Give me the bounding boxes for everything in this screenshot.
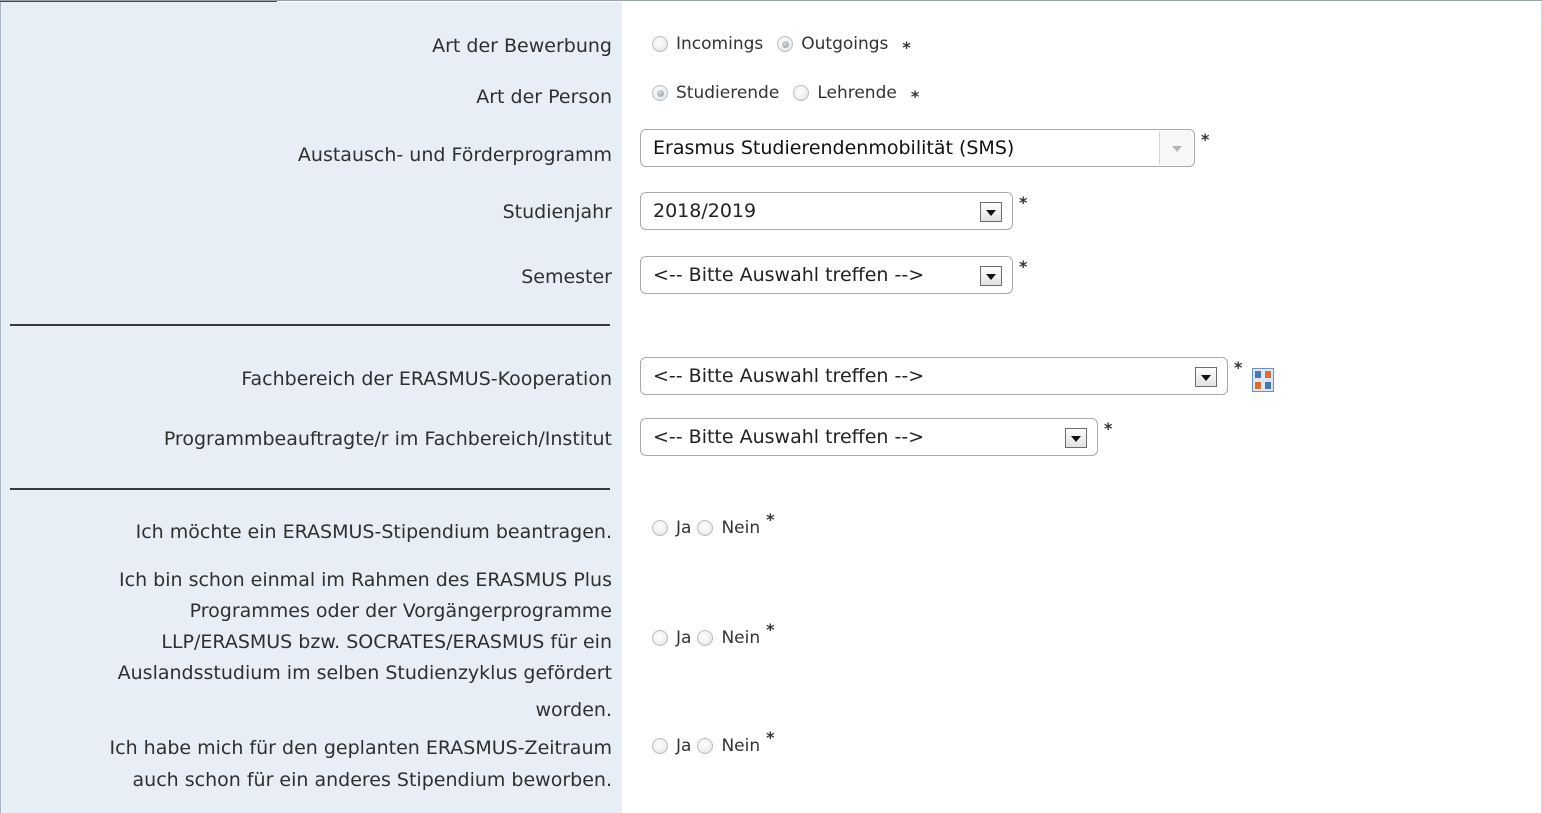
radio-label-ja[interactable]: Ja [676,518,691,538]
radio-label-nein[interactable]: Nein [721,518,760,538]
chevron-down-icon[interactable] [1195,367,1217,387]
programm-select-value: Erasmus Studierendenmobilität (SMS) [653,137,1015,159]
radio-group-gefoerdert: Ja Nein * [652,622,775,649]
required-marker: * [766,728,775,747]
radio-anderes-ja[interactable] [652,738,668,754]
label-semester: Semester [521,266,612,288]
radio-label-nein[interactable]: Nein [721,628,760,648]
chevron-down-icon[interactable] [1159,131,1193,165]
chevron-down-icon[interactable] [980,266,1002,286]
radio-outgoings[interactable] [777,36,794,52]
radio-gefoerdert-ja[interactable] [652,630,668,646]
radio-lehrende[interactable] [793,85,810,101]
label-anderes-stipendium-line-2: auch schon für ein anderes Stipendium be… [132,769,612,791]
required-marker: * [1234,358,1243,377]
label-gefoerdert-line-5: worden. [535,699,612,721]
semester-field: <-- Bitte Auswahl treffen --> * [640,256,1027,294]
section-divider [10,488,610,490]
semester-select[interactable]: <-- Bitte Auswahl treffen --> [640,256,1013,294]
programmbeauftragte-field: <-- Bitte Auswahl treffen --> * [640,418,1112,456]
label-stipendium: Ich möchte ein ERASMUS-Stipendium beantr… [135,521,612,543]
label-fachbereich: Fachbereich der ERASMUS-Kooperation [241,368,612,390]
programmbeauftragte-select-value: <-- Bitte Auswahl treffen --> [653,426,925,448]
radio-stipendium-nein[interactable] [697,520,714,536]
label-column [0,2,622,813]
label-gefoerdert-line-4: Auslandsstudium im selben Studienzyklus … [117,662,612,684]
label-art-der-person: Art der Person [476,86,612,108]
radio-label-lehrende[interactable]: Lehrende [817,83,897,103]
label-programmbeauftragte: Programmbeauftragte/r im Fachbereich/Ins… [163,428,612,450]
form-panel: Art der Bewerbung Incomings Outgoings * … [0,0,1542,813]
radio-group-anderes-stipendium: Ja Nein * [652,730,775,757]
studienjahr-field: 2018/2019 * [640,192,1027,230]
sort-az-icon[interactable] [1252,368,1275,392]
programm-field: Erasmus Studierendenmobilität (SMS) * [640,129,1209,167]
required-marker: * [910,87,920,106]
radio-label-incomings[interactable]: Incomings [676,34,763,54]
label-gefoerdert-line-1: Ich bin schon einmal im Rahmen des ERASM… [119,569,612,591]
required-marker: * [1201,130,1210,149]
required-marker: * [1104,419,1113,438]
radio-group-stipendium: Ja Nein * [652,512,775,539]
programmbeauftragte-select[interactable]: <-- Bitte Auswahl treffen --> [640,418,1098,456]
required-marker: * [766,510,775,529]
studienjahr-select-value: 2018/2019 [653,200,757,222]
fachbereich-field: <-- Bitte Auswahl treffen --> * [640,357,1275,395]
label-anderes-stipendium-line-1: Ich habe mich für den geplanten ERASMUS-… [109,737,612,759]
radio-label-nein[interactable]: Nein [721,736,760,756]
section-divider [10,324,610,326]
radio-stipendium-ja[interactable] [652,520,668,536]
required-marker: * [902,38,911,57]
radio-label-studierende[interactable]: Studierende [676,83,779,103]
label-gefoerdert-line-3: LLP/ERASMUS bzw. SOCRATES/ERASMUS für ei… [161,631,612,653]
radio-incomings[interactable] [652,36,668,52]
label-programm: Austausch- und Förderprogramm [297,144,612,166]
radio-group-art-der-person: Studierende Lehrende * [652,82,920,106]
radio-studierende[interactable] [652,85,668,101]
studienjahr-select[interactable]: 2018/2019 [640,192,1013,230]
radio-gefoerdert-nein[interactable] [697,630,714,646]
required-marker: * [1019,193,1028,212]
radio-anderes-nein[interactable] [697,738,714,754]
fachbereich-select[interactable]: <-- Bitte Auswahl treffen --> [640,357,1228,395]
label-studienjahr: Studienjahr [502,201,612,223]
radio-label-outgoings[interactable]: Outgoings [801,34,888,54]
chevron-down-icon[interactable] [1065,428,1087,448]
radio-group-art-der-bewerbung: Incomings Outgoings * [652,33,911,57]
radio-label-ja[interactable]: Ja [676,736,691,756]
radio-label-ja[interactable]: Ja [676,628,691,648]
programm-select[interactable]: Erasmus Studierendenmobilität (SMS) [640,129,1195,167]
chevron-down-icon[interactable] [980,202,1002,222]
fachbereich-select-value: <-- Bitte Auswahl treffen --> [653,365,925,387]
label-gefoerdert-line-2: Programmes oder der Vorgängerprogramme [189,600,612,622]
semester-select-value: <-- Bitte Auswahl treffen --> [653,264,925,286]
label-art-der-bewerbung: Art der Bewerbung [432,35,612,57]
required-marker: * [766,620,775,639]
required-marker: * [1019,257,1028,276]
